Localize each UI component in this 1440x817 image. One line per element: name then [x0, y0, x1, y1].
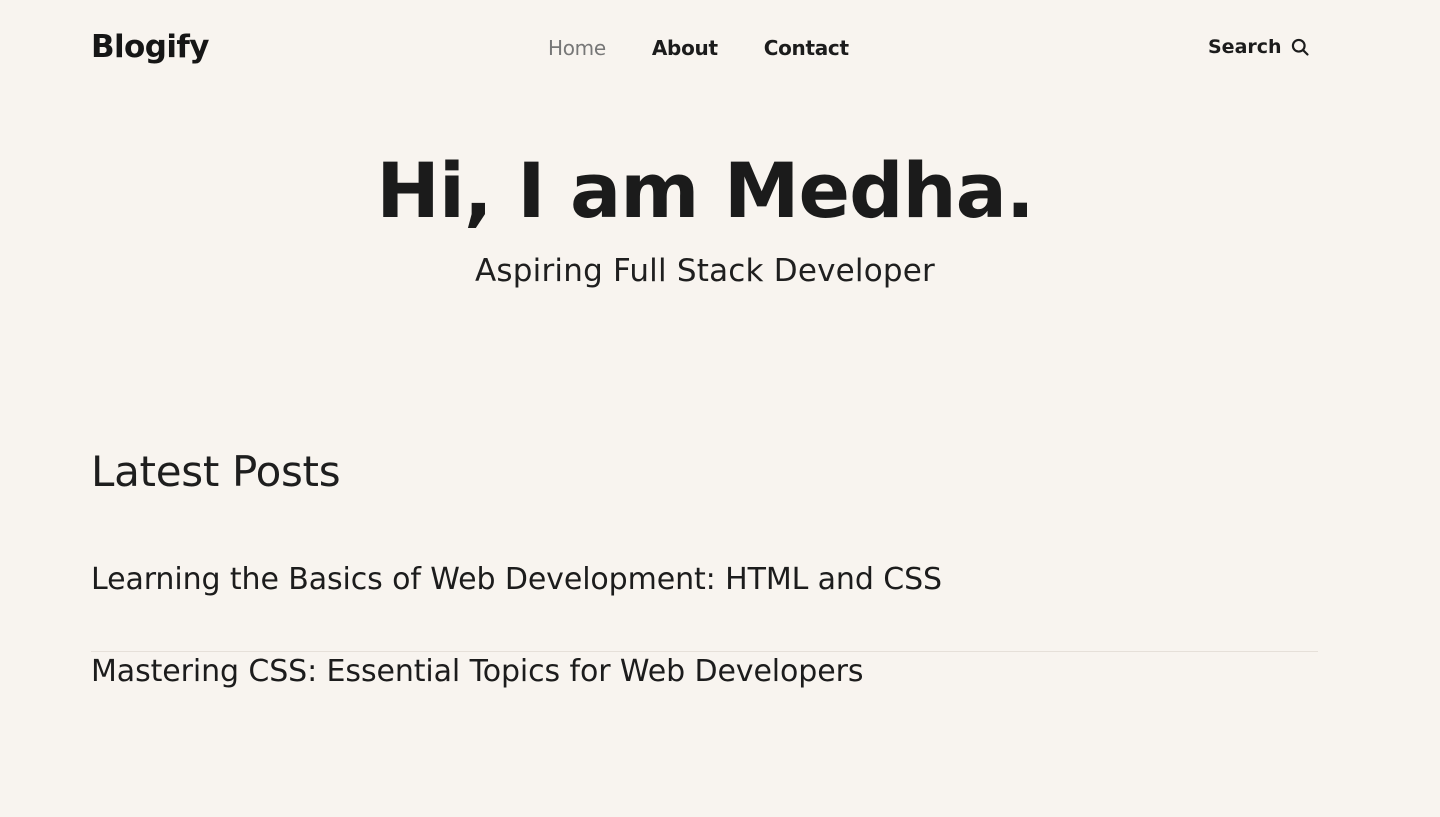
site-header: Blogify Home About Contact Search — [0, 0, 1440, 96]
latest-posts-section: Latest Posts Learning the Basics of Web … — [91, 446, 1318, 744]
nav-item-contact[interactable]: Contact — [764, 34, 849, 62]
post-list: Learning the Basics of Web Development: … — [91, 560, 1318, 744]
post-link-1[interactable]: Learning the Basics of Web Development: … — [91, 560, 1318, 600]
hero-section: Hi, I am Medha. Aspiring Full Stack Deve… — [0, 145, 1410, 291]
list-item: Mastering CSS: Essential Topics for Web … — [91, 652, 1318, 744]
brand-logo[interactable]: Blogify — [91, 27, 209, 67]
post-link-2[interactable]: Mastering CSS: Essential Topics for Web … — [91, 652, 1318, 692]
latest-posts-heading: Latest Posts — [91, 447, 341, 496]
nav-item-about[interactable]: About — [652, 34, 718, 62]
list-item: Learning the Basics of Web Development: … — [91, 560, 1318, 652]
hero-title: Hi, I am Medha. — [376, 146, 1035, 235]
search-icon — [1291, 38, 1309, 56]
hero-subtitle: Aspiring Full Stack Developer — [475, 253, 935, 289]
search-button[interactable]: Search — [1208, 33, 1310, 61]
main-nav: Home About Contact — [548, 34, 849, 62]
search-label: Search — [1208, 36, 1282, 58]
nav-item-home[interactable]: Home — [548, 34, 606, 62]
